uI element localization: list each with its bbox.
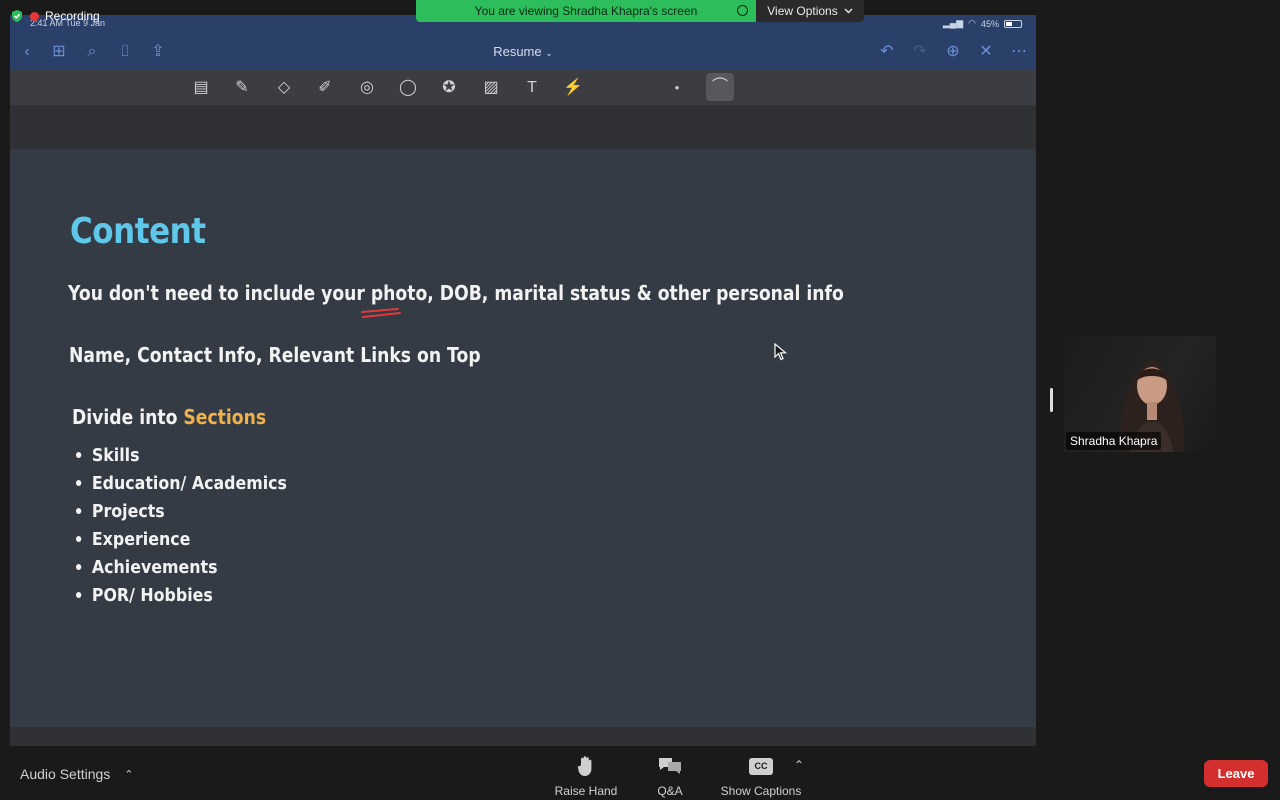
list-item: Experience bbox=[76, 525, 287, 553]
list-item-text: Education/ Academics bbox=[91, 472, 287, 494]
ipad-status-right: ▂▄▆ ◠ 45% bbox=[943, 18, 1022, 29]
status-circle-icon bbox=[737, 5, 748, 16]
participant-name: Shradha Khapra bbox=[1066, 432, 1162, 450]
slide-heading: Content bbox=[70, 211, 206, 252]
sections-highlight: Sections bbox=[183, 405, 267, 429]
captions-chevron-up-icon[interactable]: ⌃ bbox=[794, 758, 804, 772]
bullet-icon bbox=[76, 564, 82, 570]
show-captions-label: Show Captions bbox=[720, 784, 802, 798]
slide-line-contact: Name, Contact Info, Relevant Links on To… bbox=[69, 343, 481, 367]
meeting-controls-bar: Audio Settings ⌃ Raise Hand Q&A CC Show … bbox=[0, 746, 1280, 800]
list-item: Achievements bbox=[76, 553, 287, 581]
qa-button[interactable]: Q&A bbox=[653, 754, 687, 798]
chevron-up-icon[interactable]: ⌃ bbox=[124, 768, 133, 781]
bullet-icon bbox=[76, 508, 82, 514]
eraser-icon[interactable]: ◇ bbox=[273, 77, 295, 99]
page-icon[interactable]: ▤ bbox=[190, 77, 212, 99]
wifi-icon: ◠ bbox=[968, 18, 976, 28]
record-dot-icon bbox=[30, 11, 39, 21]
sections-prefix: Divide into bbox=[72, 405, 184, 429]
list-item: Skills bbox=[76, 441, 287, 469]
bullet-icon bbox=[76, 592, 82, 598]
view-options-button[interactable]: View Options bbox=[756, 0, 864, 22]
chat-bubbles-icon bbox=[653, 754, 687, 778]
pen-icon[interactable]: ✎ bbox=[231, 77, 253, 99]
mouse-cursor-icon bbox=[774, 343, 787, 361]
page-bottom-gap bbox=[10, 727, 1036, 746]
shapes-icon[interactable]: ◎ bbox=[356, 77, 378, 99]
bullet-icon bbox=[76, 452, 82, 458]
sections-list: Skills Education/ Academics Projects Exp… bbox=[76, 441, 316, 609]
list-item-text: Achievements bbox=[91, 556, 218, 578]
close-icon[interactable]: ✕ bbox=[977, 43, 995, 61]
laser-icon[interactable]: ⚡ bbox=[562, 77, 584, 99]
audio-settings-button[interactable]: Audio Settings ⌃ bbox=[20, 766, 134, 782]
leave-button[interactable]: Leave bbox=[1204, 760, 1268, 787]
participant-video-tile[interactable]: Shradha Khapra bbox=[1064, 336, 1216, 452]
recording-indicator: Recording bbox=[10, 9, 100, 23]
panel-resize-handle[interactable] bbox=[1050, 388, 1053, 412]
audio-settings-label: Audio Settings bbox=[20, 766, 111, 782]
view-options-label: View Options bbox=[767, 4, 838, 18]
raise-hand-label: Raise Hand bbox=[554, 784, 618, 798]
recording-label: Recording bbox=[45, 9, 100, 23]
list-item-text: POR/ Hobbies bbox=[91, 584, 213, 606]
chevron-down-icon: ⌄ bbox=[545, 48, 553, 58]
signal-icon: ▂▄▆ bbox=[942, 18, 964, 28]
textbox-icon[interactable]: T bbox=[521, 77, 543, 99]
bullet-icon bbox=[76, 536, 82, 542]
stroke-icon[interactable]: ⌒ bbox=[706, 73, 734, 101]
undo-icon[interactable]: ↶ bbox=[878, 43, 896, 61]
raise-hand-button[interactable]: Raise Hand bbox=[554, 754, 618, 798]
show-captions-button[interactable]: CC Show Captions bbox=[716, 754, 806, 798]
battery-icon bbox=[1004, 19, 1022, 28]
list-item-text: Experience bbox=[91, 528, 191, 550]
viewing-message: You are viewing Shradha Khapra's screen bbox=[416, 0, 756, 22]
list-item-text: Skills bbox=[91, 444, 140, 466]
viewing-message-text: You are viewing Shradha Khapra's screen bbox=[474, 4, 698, 18]
slide-line-personal-info: You don't need to include your photo, DO… bbox=[68, 281, 844, 305]
list-item: POR/ Hobbies bbox=[76, 581, 287, 609]
shared-screen[interactable]: 2:41 AM Tue 9 Jan ▂▄▆ ◠ 45% ‹ ⊞ ⌕ ⌷ ⇪ Re… bbox=[10, 15, 1036, 746]
list-item: Education/ Academics bbox=[76, 469, 287, 497]
cc-icon: CC bbox=[716, 754, 806, 778]
zoom-window: Recording You are viewing Shradha Khapra… bbox=[0, 0, 1280, 800]
image-icon[interactable]: ▨ bbox=[480, 77, 502, 99]
list-item-text: Projects bbox=[91, 500, 165, 522]
lasso-icon[interactable]: ◯ bbox=[397, 77, 419, 99]
cc-icon-label: CC bbox=[749, 757, 773, 775]
document-title-text: Resume bbox=[493, 44, 542, 59]
redo-icon[interactable]: ↷ bbox=[911, 43, 929, 61]
add-page-icon[interactable]: ⊕ bbox=[944, 43, 962, 61]
battery-percent: 45% bbox=[980, 18, 999, 29]
more-icon[interactable]: ⋯ bbox=[1010, 43, 1028, 61]
bullet-icon bbox=[76, 480, 82, 486]
sticker-icon[interactable]: ✪ bbox=[438, 77, 460, 99]
dot-icon[interactable]: ● bbox=[666, 77, 688, 99]
slide-line-sections: Divide into Sections bbox=[72, 405, 266, 429]
viewing-banner: You are viewing Shradha Khapra's screen … bbox=[416, 0, 864, 22]
pen-toolbar: ▤ ✎ ◇ ✐ ◎ ◯ ✪ ▨ T ⚡ ● ⌒ bbox=[10, 69, 1036, 105]
shield-icon bbox=[12, 10, 22, 22]
list-item: Projects bbox=[76, 497, 287, 525]
qa-label: Q&A bbox=[657, 784, 683, 798]
chevron-down-icon bbox=[844, 8, 853, 14]
page-gap bbox=[10, 105, 1036, 149]
hand-icon bbox=[554, 754, 618, 778]
ink-underline-mark bbox=[361, 308, 401, 318]
highlighter-icon[interactable]: ✐ bbox=[314, 77, 336, 99]
ipad-nav-bar: ‹ ⊞ ⌕ ⌷ ⇪ Resume ⌄ ↶ ↷ ⊕ ✕ ⋯ bbox=[10, 35, 1036, 69]
